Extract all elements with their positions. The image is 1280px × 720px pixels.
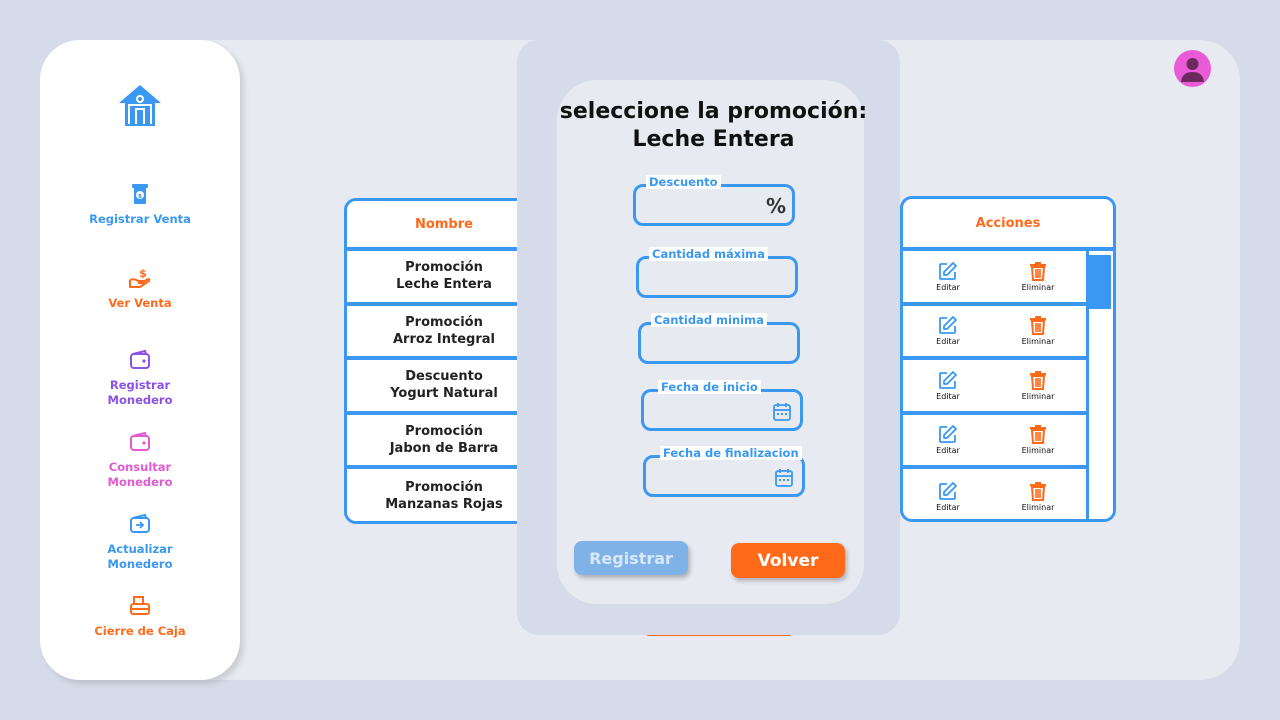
- sidebar-item-registrar-monedero[interactable]: Registrar Monedero: [40, 348, 240, 408]
- trash-icon: [1030, 316, 1046, 336]
- edit-action[interactable]: Editar: [903, 315, 993, 346]
- wallet-icon: [130, 431, 150, 451]
- delete-label: Eliminar: [1021, 282, 1055, 292]
- sidebar-item-label: Registrar Monedero: [107, 378, 173, 407]
- promotions-actions-table: Acciones Editar Eliminar Editar Eliminar Edi…: [900, 196, 1116, 522]
- table-row[interactable]: Promoción Jabon de Barra: [347, 415, 541, 469]
- cash-drawer-icon: [130, 596, 150, 615]
- scrollbar-thumb[interactable]: [1089, 255, 1111, 309]
- table-row: Editar Eliminar: [903, 251, 1089, 306]
- sidebar-item-label: Cierre de Caja: [94, 624, 186, 638]
- svg-text:$: $: [138, 193, 142, 200]
- cantidad-minima-field[interactable]: Cantidad minima: [638, 313, 800, 364]
- delete-action[interactable]: Eliminar: [993, 315, 1083, 346]
- edit-action[interactable]: Editar: [903, 261, 993, 292]
- table-row: Editar Eliminar: [903, 360, 1089, 415]
- delete-label: Eliminar: [1021, 337, 1055, 347]
- edit-icon: [939, 425, 957, 444]
- cantidad-maxima-field[interactable]: Cantidad máxima: [636, 247, 798, 298]
- edit-label: Editar: [936, 502, 960, 512]
- trash-icon: [1030, 425, 1046, 445]
- user-avatar[interactable]: [1174, 50, 1211, 87]
- sidebar-item-label: Consultar Monedero: [107, 460, 173, 489]
- delete-label: Eliminar: [1021, 391, 1055, 401]
- delete-action[interactable]: Eliminar: [993, 481, 1083, 512]
- edit-icon: [939, 370, 957, 389]
- delete-action[interactable]: Eliminar: [993, 424, 1083, 455]
- edit-action[interactable]: Editar: [903, 481, 993, 512]
- cantidad-maxima-label: Cantidad máxima: [649, 247, 768, 261]
- sidebar-item-label: Registrar Venta: [89, 212, 191, 226]
- modal-title: seleccione la promoción: Leche Entera: [559, 99, 868, 152]
- registrar-button[interactable]: Registrar: [574, 541, 688, 575]
- edit-icon: [939, 261, 957, 280]
- table-row[interactable]: Descuento Yogurt Natural: [347, 360, 541, 415]
- delete-label: Eliminar: [1021, 502, 1055, 512]
- fecha-finalizacion-field[interactable]: Fecha de finalizacion: [643, 446, 805, 497]
- descuento-label: Descuento: [646, 175, 721, 189]
- app-root: $ Registrar Venta $ Ver Venta Registrar …: [0, 0, 1280, 720]
- delete-action[interactable]: Eliminar: [993, 370, 1083, 401]
- table-row: Editar Eliminar: [903, 469, 1089, 519]
- sidebar-item-cierre-de-caja[interactable]: Cierre de Caja: [40, 594, 240, 639]
- edit-label: Editar: [936, 446, 960, 456]
- edit-label: Editar: [936, 337, 960, 347]
- sidebar-item-registrar-venta[interactable]: $ Registrar Venta: [40, 182, 240, 227]
- edit-action[interactable]: Editar: [903, 370, 993, 401]
- fecha-inicio-field[interactable]: Fecha de inicio: [641, 380, 803, 431]
- table-row[interactable]: Promoción Arroz Integral: [347, 306, 541, 360]
- sidebar-item-label: Ver Venta: [108, 296, 172, 310]
- edit-icon: [939, 316, 957, 335]
- edit-icon: [939, 481, 957, 500]
- sidebar-item-label: Actualizar Monedero: [107, 542, 173, 571]
- user-icon: [1181, 58, 1204, 82]
- volver-button[interactable]: Volver: [731, 543, 845, 578]
- delete-action[interactable]: Eliminar: [993, 261, 1083, 292]
- edit-action[interactable]: Editar: [903, 424, 993, 455]
- column-header-acciones: Acciones: [903, 199, 1113, 251]
- calendar-icon[interactable]: [774, 468, 794, 488]
- cantidad-minima-label: Cantidad minima: [651, 313, 767, 327]
- descuento-field[interactable]: Descuento %: [633, 175, 795, 226]
- table-row[interactable]: Promoción Manzanas Rojas: [347, 469, 541, 521]
- edit-label: Editar: [936, 282, 960, 292]
- wallet-icon: [130, 349, 150, 369]
- wallet-arrow-icon: [130, 513, 150, 533]
- trash-icon: [1030, 370, 1046, 390]
- column-header-nombre: Nombre: [347, 201, 541, 251]
- hand-dollar-icon: $: [129, 267, 151, 288]
- edit-label: Editar: [936, 391, 960, 401]
- promotions-name-table: Nombre Promoción Leche Entera Promoción …: [344, 198, 544, 524]
- calendar-icon[interactable]: [772, 402, 792, 422]
- home-icon[interactable]: [116, 82, 164, 130]
- table-row: Editar Eliminar: [903, 305, 1089, 360]
- cash-register-icon: $: [132, 184, 148, 204]
- svg-text:$: $: [139, 267, 147, 280]
- sidebar-item-consultar-monedero[interactable]: Consultar Monedero: [40, 430, 240, 490]
- table-row[interactable]: Promoción Leche Entera: [347, 251, 541, 306]
- fecha-finalizacion-label: Fecha de finalizacion: [660, 446, 802, 460]
- sidebar-item-ver-venta[interactable]: $ Ver Venta: [40, 266, 240, 311]
- trash-icon: [1030, 261, 1046, 281]
- delete-label: Eliminar: [1021, 446, 1055, 456]
- percent-suffix: %: [765, 194, 786, 218]
- fecha-inicio-label: Fecha de inicio: [658, 380, 761, 394]
- sidebar-item-actualizar-monedero[interactable]: Actualizar Monedero: [40, 512, 240, 572]
- table-row: Editar Eliminar: [903, 414, 1089, 469]
- trash-icon: [1030, 481, 1046, 501]
